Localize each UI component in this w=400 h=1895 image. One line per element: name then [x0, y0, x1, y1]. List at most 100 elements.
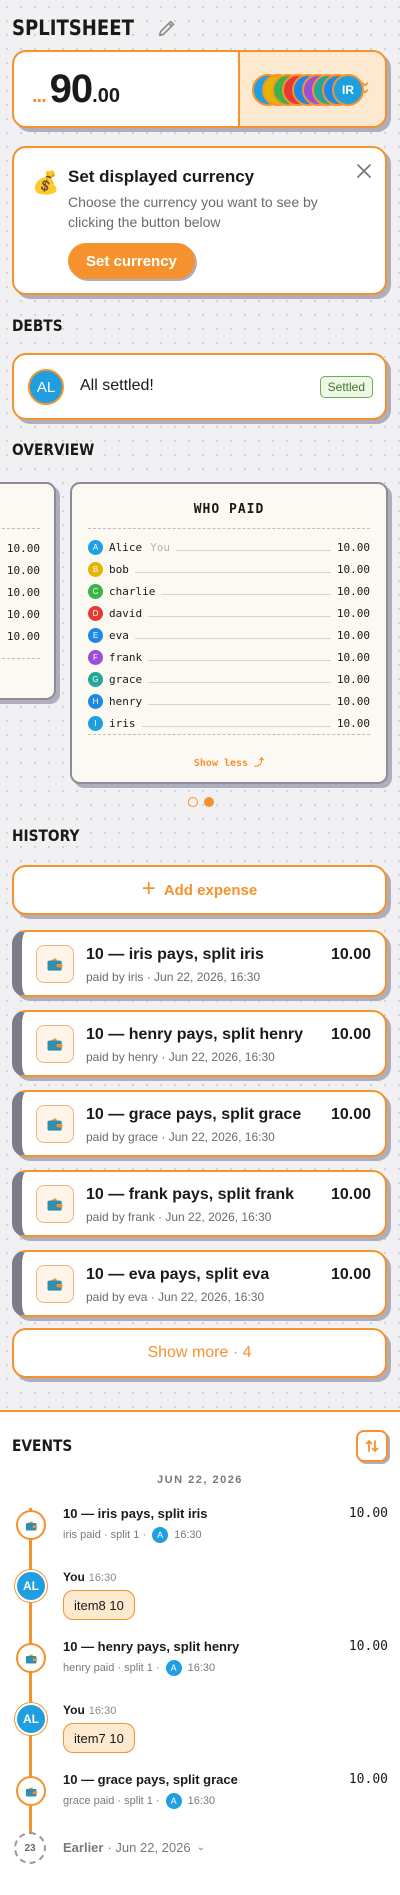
expense-subtitle: paid by eva · Jun 22, 2026, 16:30 — [86, 1290, 265, 1304]
show-more-button[interactable]: Show more · 4 — [12, 1328, 387, 1378]
expense-amount: 10.00 — [330, 1266, 371, 1283]
chevron-down-icon: ⌄ — [196, 1842, 205, 1853]
event-amount: 10.00 — [348, 1639, 388, 1654]
message-time: 16:30 — [88, 1572, 117, 1584]
payer-name: frank — [109, 650, 143, 664]
add-expense-label: Add expense — [163, 881, 258, 899]
payer-name: iris — [109, 716, 136, 730]
expense-card[interactable]: 10 — iris pays, split iris paid by iris ·… — [12, 930, 387, 997]
app-header: SPLITSHEET — [12, 10, 178, 46]
receipt-divider — [88, 734, 370, 735]
payer-amount: 10.00 — [336, 672, 370, 686]
expense-amount: 10.00 — [330, 1106, 371, 1123]
avatar: A — [152, 1527, 169, 1543]
wallet-icon — [16, 1643, 46, 1673]
event-amount: 10.00 — [348, 1506, 388, 1521]
expense-subtitle: paid by henry · Jun 22, 2026, 16:30 — [86, 1050, 275, 1064]
participant-avatar: IR — [332, 74, 364, 106]
payer-avatar: B — [88, 561, 103, 577]
event-time: 16:30 — [187, 1662, 216, 1674]
receipt-divider — [2, 528, 40, 529]
events-panel: EVENTS JUN 22, 2026 10 — iris pays, spli… — [0, 1410, 400, 1895]
event-subtitle: iris paid · split 1 · A 16:30 — [63, 1527, 202, 1543]
overview-section-title: OVERVIEW — [12, 440, 95, 459]
message-author-name: You — [63, 1570, 85, 1584]
earlier-toggle[interactable]: Earlier · Jun 22, 2026 ⌄ — [63, 1840, 205, 1855]
payer-leader-line — [134, 571, 331, 573]
show-more-label: Show more · 4 — [147, 1344, 252, 1361]
payer-leader-line — [161, 593, 331, 595]
payer-amount: 10.00 — [336, 562, 370, 576]
participants-toggle[interactable]: ABCDEFGHIR ⌄⌄ — [238, 52, 385, 126]
participant-avatar-stack[interactable]: ABCDEFGHIR — [252, 74, 372, 106]
earlier-date: · Jun 22, 2026 — [107, 1840, 191, 1855]
wallet-icon — [16, 1776, 46, 1806]
expense-title: 10 — grace pays, split grace — [86, 1106, 302, 1123]
expense-subtitle: paid by grace · Jun 22, 2026, 16:30 — [86, 1130, 275, 1144]
event-time: 16:30 — [174, 1529, 202, 1541]
event-title[interactable]: 10 — grace pays, split grace — [63, 1772, 238, 1787]
payer-leader-line — [148, 703, 331, 705]
wallet-icon — [36, 1185, 74, 1223]
payer-amount: 10.00 — [336, 584, 370, 598]
wallet-icon — [36, 1025, 74, 1063]
payer-row: Ggrace 10.00 — [88, 668, 370, 690]
expense-card[interactable]: 10 — henry pays, split henry paid by henr… — [12, 1010, 387, 1077]
expense-card[interactable]: 10 — grace pays, split grace paid by grac… — [12, 1090, 387, 1157]
payer-name: charlie — [109, 584, 156, 598]
payer-name: henry — [109, 694, 143, 708]
total-decimal: .00 — [92, 84, 120, 107]
close-icon[interactable] — [355, 162, 373, 180]
wallet-icon — [36, 1265, 74, 1303]
add-expense-button[interactable]: + Add expense — [12, 865, 387, 915]
payer-amount: 10.00 — [336, 628, 370, 642]
event-paid-text: henry paid · split 1 · — [63, 1662, 160, 1674]
pager-dot[interactable] — [204, 797, 214, 807]
pencil-icon[interactable] — [156, 17, 178, 39]
previous-card-value: 10.00 — [6, 564, 40, 577]
debts-message: All settled! — [80, 377, 154, 394]
payer-row: Eeva 10.00 — [88, 624, 370, 646]
events-section-title: EVENTS — [12, 1436, 73, 1455]
payer-amount: 10.00 — [336, 540, 370, 554]
previous-card-value: 10.00 — [6, 586, 40, 599]
message-bubble: item7 10 — [63, 1723, 135, 1753]
wallet-icon — [16, 1510, 46, 1540]
pager-dot[interactable] — [188, 797, 198, 807]
debts-section-title: DEBTS — [12, 316, 63, 335]
payer-name: bob — [109, 562, 129, 576]
expense-card[interactable]: 10 — eva pays, split eva paid by eva · Ju… — [12, 1250, 387, 1317]
overview-pager[interactable] — [188, 797, 214, 807]
expense-card[interactable]: 10 — frank pays, split frank paid by fran… — [12, 1170, 387, 1237]
receipt-divider — [88, 528, 370, 529]
previous-overview-card[interactable]: 10.00 10.00 10.00 10.00 10.00 — [0, 482, 56, 700]
payer-avatar: D — [88, 605, 103, 621]
expense-subtitle: paid by frank · Jun 22, 2026, 16:30 — [86, 1210, 272, 1224]
message-author-name: You — [63, 1703, 85, 1717]
currency-notice-title: Set displayed currency — [68, 167, 255, 186]
message-time: 16:30 — [88, 1705, 117, 1717]
total-amount: ... 90 .00 — [14, 52, 238, 126]
payer-avatar: H — [88, 693, 103, 709]
avatar: A — [165, 1660, 182, 1676]
event-time: 16:30 — [187, 1795, 216, 1807]
payer-avatar: C — [88, 583, 103, 599]
event-title[interactable]: 10 — iris pays, split iris — [63, 1506, 208, 1521]
expense-amount: 10.00 — [330, 1186, 371, 1203]
debts-card: AL All settled! Settled — [12, 353, 387, 420]
receipt-title: WHO PAID — [193, 502, 265, 517]
payer-row: Ddavid 10.00 — [88, 602, 370, 624]
message-author: You 16:30 — [63, 1703, 116, 1717]
event-paid-text: iris paid · split 1 · — [63, 1529, 147, 1541]
payer-name: eva — [109, 628, 129, 642]
event-amount: 10.00 — [348, 1772, 388, 1787]
earlier-count[interactable]: 23 — [14, 1832, 46, 1864]
payer-row: Ffrank 10.00 — [88, 646, 370, 668]
sort-button[interactable] — [356, 1430, 388, 1462]
payer-amount: 10.00 — [336, 606, 370, 620]
previous-card-value: 10.00 — [6, 608, 40, 621]
event-title[interactable]: 10 — henry pays, split henry — [63, 1639, 239, 1654]
set-currency-button[interactable]: Set currency — [68, 243, 195, 279]
show-less-button[interactable]: Show less ⤴ — [72, 754, 386, 769]
expense-amount: 10.00 — [330, 946, 371, 963]
